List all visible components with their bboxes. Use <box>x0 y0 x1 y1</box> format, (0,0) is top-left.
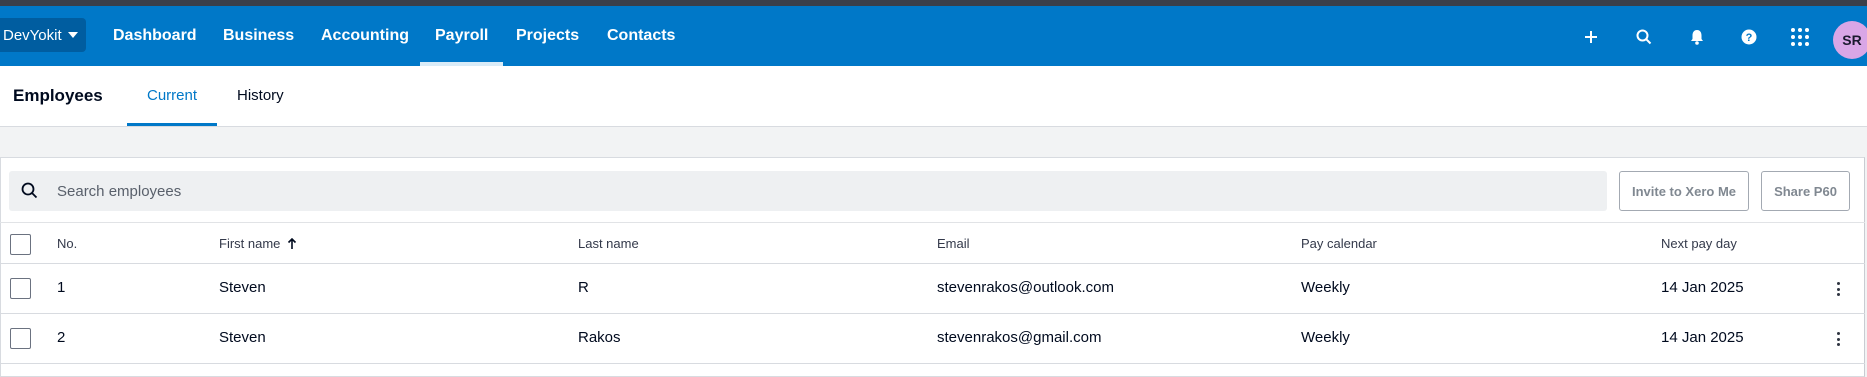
cell-next-pay-day: 14 Jan 2025 <box>1661 279 1744 296</box>
active-tab-indicator <box>127 123 217 126</box>
cell-no: 1 <box>57 279 66 296</box>
row-more-options-icon[interactable] <box>1832 329 1844 349</box>
nav-item-projects[interactable]: Projects <box>516 6 579 66</box>
cell-email: stevenrakos@gmail.com <box>937 329 1102 346</box>
cell-no: 2 <box>57 329 66 346</box>
column-header-email[interactable]: Email <box>937 236 970 251</box>
column-header-first-name-label: First name <box>219 236 281 251</box>
search-icon[interactable] <box>1633 26 1655 48</box>
search-icon <box>21 182 38 204</box>
cell-pay-calendar: Weekly <box>1301 329 1350 346</box>
page-subheader: Employees Current History <box>0 66 1867 127</box>
tab-current[interactable]: Current <box>147 87 197 104</box>
cell-email: stevenrakos@outlook.com <box>937 279 1114 296</box>
share-p60-button[interactable]: Share P60 <box>1761 171 1850 211</box>
cell-pay-calendar: Weekly <box>1301 279 1350 296</box>
caret-down-icon <box>67 32 78 38</box>
cell-next-pay-day: 14 Jan 2025 <box>1661 329 1744 346</box>
column-header-pay-calendar[interactable]: Pay calendar <box>1301 236 1377 251</box>
row-checkbox[interactable] <box>10 278 31 299</box>
search-employees-input[interactable] <box>57 171 1557 211</box>
column-header-next-pay-day[interactable]: Next pay day <box>1661 236 1737 251</box>
table-row[interactable]: 1 Steven R stevenrakos@outlook.com Weekl… <box>0 264 1865 314</box>
cell-first-name: Steven <box>219 329 266 346</box>
column-header-first-name[interactable]: First name <box>219 236 297 251</box>
nav-item-payroll[interactable]: Payroll <box>419 6 504 66</box>
invite-to-xero-me-button[interactable]: Invite to Xero Me <box>1619 171 1749 211</box>
sort-ascending-icon <box>287 237 297 250</box>
tab-history[interactable]: History <box>237 87 284 104</box>
nav-item-contacts[interactable]: Contacts <box>607 6 675 66</box>
cell-first-name: Steven <box>219 279 266 296</box>
org-switcher-button[interactable]: DevYokit <box>0 18 86 52</box>
search-box <box>9 171 1607 211</box>
plus-icon[interactable] <box>1580 26 1602 48</box>
org-name: DevYokit <box>3 26 62 44</box>
table-header: No. First name Last name Email Pay calen… <box>0 222 1865 264</box>
user-avatar[interactable]: SR <box>1833 21 1867 59</box>
row-more-options-icon[interactable] <box>1832 279 1844 299</box>
table-row[interactable]: 2 Steven Rakos stevenrakos@gmail.com Wee… <box>0 314 1865 364</box>
cell-last-name: R <box>578 279 589 296</box>
column-header-no[interactable]: No. <box>57 236 77 251</box>
bell-icon[interactable] <box>1686 26 1708 48</box>
nav-item-business[interactable]: Business <box>223 6 294 66</box>
help-icon[interactable]: ? <box>1738 26 1760 48</box>
page-title: Employees <box>13 86 103 105</box>
apps-grid-icon[interactable] <box>1789 26 1811 48</box>
top-navigation-bar: DevYokit Dashboard Business Accounting P… <box>0 6 1867 66</box>
select-all-checkbox[interactable] <box>10 234 31 255</box>
cell-last-name: Rakos <box>578 329 621 346</box>
row-checkbox[interactable] <box>10 328 31 349</box>
column-header-last-name[interactable]: Last name <box>578 236 639 251</box>
nav-item-dashboard[interactable]: Dashboard <box>113 6 197 66</box>
svg-text:?: ? <box>1746 32 1753 44</box>
nav-item-accounting[interactable]: Accounting <box>321 6 409 66</box>
